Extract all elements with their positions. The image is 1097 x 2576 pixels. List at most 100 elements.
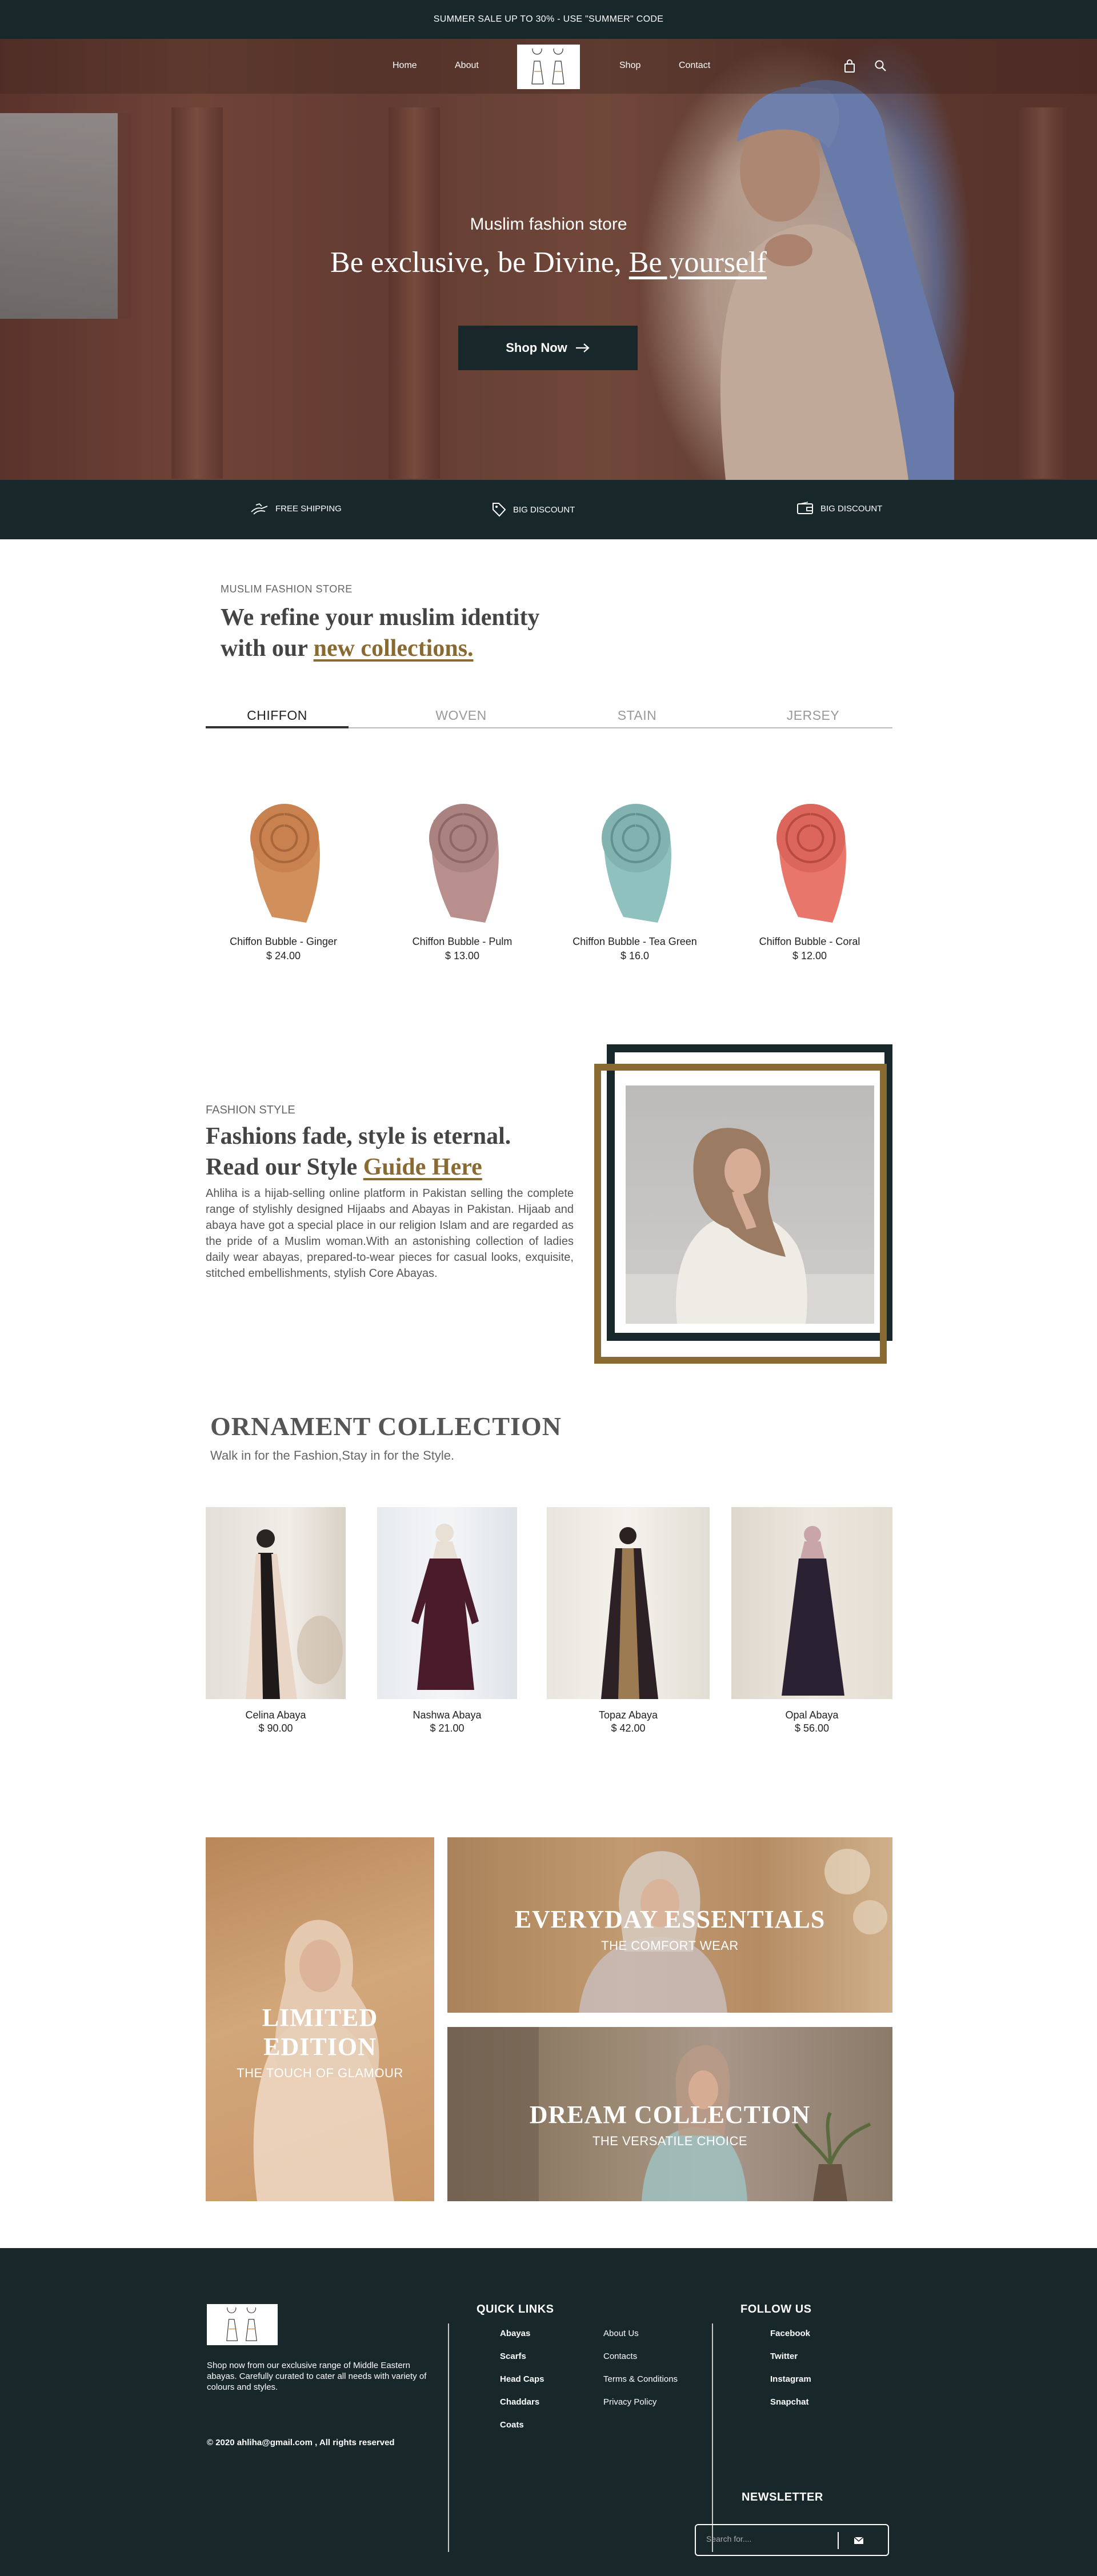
quick-links-list: Abayas Scarfs Head Caps Chaddars Coats: [500, 2329, 545, 2443]
footer-copyright: © 2020 ahliha@gmail.com , All rights res…: [207, 2438, 395, 2447]
abaya-image-topaz: [547, 1507, 710, 1699]
social-link-facebook[interactable]: Facebook: [770, 2329, 811, 2338]
feature-free-shipping: FREE SHIPPING: [250, 502, 342, 515]
abaya-name: Nashwa Abaya: [413, 1709, 482, 1721]
fashion-style-kicker: FASHION STYLE: [206, 1104, 295, 1116]
tab-stain[interactable]: STAIN: [566, 708, 708, 723]
tab-chiffon[interactable]: CHIFFON: [206, 708, 349, 723]
nav-home[interactable]: Home: [393, 61, 417, 71]
ornament-title: ORNAMENT COLLECTION: [210, 1412, 562, 1441]
nav-about[interactable]: About: [455, 61, 479, 71]
social-link-twitter[interactable]: Twitter: [770, 2351, 811, 2361]
product-card[interactable]: Chiffon Bubble - Tea Green $ 16.0: [563, 797, 706, 962]
feature-big-discount: BIG DISCOUNT: [491, 502, 575, 518]
collection-dream[interactable]: DREAM COLLECTION THE VERSATILE CHOICE: [447, 2027, 892, 2201]
hero-section: Home About Shop Contact Muslim fashion s…: [0, 39, 1097, 480]
fashion-style-photo: [626, 1085, 874, 1324]
everyday-essentials-caption: EVERYDAY ESSENTIALS THE COMFORT WEAR: [447, 1905, 892, 1953]
hero-title-main: Be exclusive, be Divine,: [330, 246, 629, 279]
bag-icon[interactable]: [843, 59, 856, 76]
product-name: Chiffon Bubble - Ginger: [230, 936, 337, 947]
hero-subtitle: Muslim fashion store: [470, 215, 627, 234]
product-card[interactable]: Chiffon Bubble - Pulm $ 13.00: [391, 797, 534, 962]
ornament-subtitle: Walk in for the Fashion,Stay in for the …: [210, 1448, 455, 1463]
new-collections-link[interactable]: new collections.: [314, 635, 474, 662]
logo-figures-icon: [531, 49, 564, 85]
fashion-style-title-prefix: Read our Style: [206, 1154, 363, 1180]
abaya-image-nashwa: [377, 1507, 517, 1699]
abaya-card[interactable]: Nashwa Abaya $ 21.00: [377, 1507, 517, 1734]
product-price: $ 16.0: [620, 950, 650, 962]
product-card[interactable]: Chiffon Bubble - Ginger $ 24.00: [212, 797, 355, 962]
footer-divider: [712, 2323, 713, 2552]
product-price: $ 24.00: [266, 950, 301, 962]
tag-icon: [493, 503, 506, 517]
send-mail-button[interactable]: [850, 2533, 867, 2548]
product-name: Chiffon Bubble - Tea Green: [572, 936, 697, 947]
intro-title-prefix: with our: [221, 635, 314, 662]
shop-now-button[interactable]: Shop Now: [458, 326, 638, 370]
main-navbar: Home About Shop Contact: [0, 39, 1097, 94]
intro-title-line1: We refine your muslim identity: [221, 604, 540, 631]
footer-link-coats[interactable]: Coats: [500, 2420, 545, 2430]
abaya-name: Opal Abaya: [785, 1709, 839, 1721]
footer-divider: [448, 2323, 449, 2552]
abaya-price: $ 42.00: [611, 1722, 646, 1734]
abaya-price: $ 90.00: [258, 1722, 293, 1734]
footer-logo[interactable]: [207, 2304, 278, 2345]
feature-label: BIG DISCOUNT: [513, 504, 575, 515]
footer-link-contacts[interactable]: Contacts: [603, 2351, 678, 2361]
site-logo[interactable]: [517, 45, 580, 89]
announcement-text: SUMMER SALE UP TO 30% - USE "SUMMER" COD…: [433, 14, 664, 24]
nav-contact[interactable]: Contact: [679, 61, 710, 71]
product-price: $ 12.00: [792, 950, 827, 962]
dream-collection-subtitle: THE VERSATILE CHOICE: [592, 2134, 748, 2148]
social-link-snapchat[interactable]: Snapchat: [770, 2397, 811, 2407]
product-image-tea-green: [602, 804, 671, 923]
tab-jersey[interactable]: JERSEY: [742, 708, 884, 723]
product-image-coral: [776, 804, 846, 923]
abaya-card[interactable]: Celina Abaya $ 90.00: [206, 1507, 346, 1734]
fashion-style-body: Ahliha is a hijab-selling online platfor…: [206, 1187, 574, 1280]
wallet-icon: [797, 502, 813, 514]
footer-link-abayas[interactable]: Abayas: [500, 2329, 545, 2338]
abaya-name: Topaz Abaya: [598, 1709, 658, 1721]
limited-edition-subtitle: THE TOUCH OF GLAMOUR: [237, 2066, 403, 2080]
search-icon[interactable]: [874, 59, 887, 75]
limited-edition-caption: LIMITED EDITION THE TOUCH OF GLAMOUR: [206, 2003, 434, 2081]
collection-limited-edition[interactable]: LIMITED EDITION THE TOUCH OF GLAMOUR: [206, 1837, 434, 2201]
everyday-essentials-subtitle: THE COMFORT WEAR: [601, 1938, 739, 1953]
style-guide-link[interactable]: Guide Here: [363, 1154, 482, 1180]
footer-link-scarfs[interactable]: Scarfs: [500, 2351, 545, 2361]
product-image-pulm: [429, 804, 499, 923]
abaya-card[interactable]: Opal Abaya $ 56.00: [731, 1507, 892, 1734]
social-link-instagram[interactable]: Instagram: [770, 2374, 811, 2384]
quick-links-title: QUICK LINKS: [477, 2303, 554, 2315]
footer-link-head-caps[interactable]: Head Caps: [500, 2374, 545, 2384]
mail-icon: [854, 2537, 864, 2544]
product-card[interactable]: Chiffon Bubble - Coral $ 12.00: [738, 797, 881, 962]
announcement-bar: SUMMER SALE UP TO 30% - USE "SUMMER" COD…: [0, 0, 1097, 39]
arrow-right-icon: [575, 343, 590, 352]
product-name: Chiffon Bubble - Coral: [759, 936, 860, 947]
newsletter-form: [695, 2524, 889, 2556]
footer-link-about-us[interactable]: About Us: [603, 2329, 678, 2338]
fashion-style-title: Fashions fade, style is eternal. Read ou…: [206, 1121, 511, 1183]
tab-woven[interactable]: WOVEN: [390, 708, 533, 723]
intro-kicker: MUSLIM FASHION STORE: [221, 583, 353, 595]
product-price: $ 13.00: [445, 950, 480, 962]
everyday-essentials-title: EVERYDAY ESSENTIALS: [514, 1905, 826, 1933]
footer-link-terms[interactable]: Terms & Conditions: [603, 2374, 678, 2384]
newsletter-input[interactable]: [706, 2534, 832, 2543]
abaya-card[interactable]: Topaz Abaya $ 42.00: [547, 1507, 710, 1734]
footer-link-privacy[interactable]: Privacy Policy: [603, 2397, 678, 2407]
intro-title: We refine your muslim identity with our …: [221, 602, 539, 664]
nav-shop[interactable]: Shop: [619, 61, 640, 71]
footer-link-chaddars[interactable]: Chaddars: [500, 2397, 545, 2407]
dream-collection-title: DREAM COLLECTION: [529, 2101, 811, 2129]
collection-everyday-essentials[interactable]: EVERYDAY ESSENTIALS THE COMFORT WEAR: [447, 1837, 892, 2013]
site-footer: Shop now from our exclusive range of Mid…: [0, 2248, 1097, 2576]
abaya-name: Celina Abaya: [245, 1709, 306, 1721]
active-tab-indicator: [206, 726, 349, 728]
logo-figures-icon: [226, 2307, 257, 2341]
